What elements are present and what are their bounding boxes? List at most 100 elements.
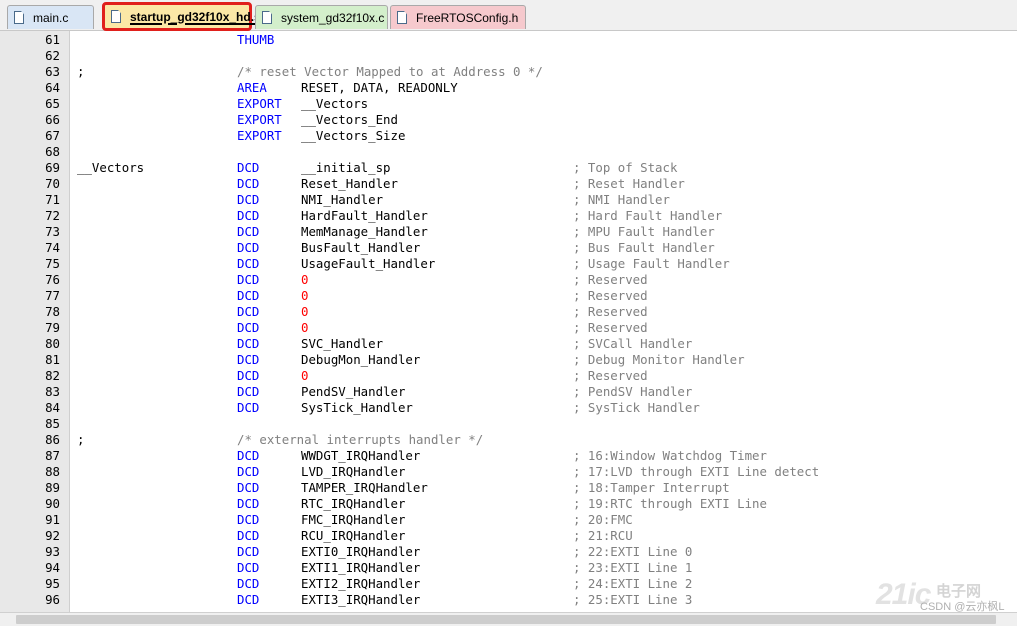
code-comment: ; 18:Tamper Interrupt (573, 480, 730, 495)
code-operand: HardFault_Handler (301, 208, 428, 223)
code-comment: ; Hard Fault Handler (573, 208, 723, 223)
tab-freertosconfig-h[interactable]: FreeRTOSConfig.h (390, 5, 526, 29)
code-operand: EXTI3_IRQHandler (301, 592, 421, 607)
code-operand: EXTI2_IRQHandler (301, 576, 421, 591)
line-number: 71 (45, 192, 60, 207)
code-line: 96 DCD EXTI3_IRQHandler ; 25:EXTI Line 3 (0, 592, 1017, 608)
code-comment: /* external interrupts handler */ (237, 432, 484, 447)
code-comment: ; PendSV Handler (573, 384, 693, 399)
code-operand: SVC_Handler (301, 336, 384, 351)
code-operand: __Vectors_End (301, 112, 398, 127)
line-number: 72 (45, 208, 60, 223)
code-keyword: DCD (237, 448, 260, 463)
line-number: 64 (45, 80, 60, 95)
file-icon (397, 11, 407, 24)
code-comment: ; 24:EXTI Line 2 (573, 576, 693, 591)
code-operand: DebugMon_Handler (301, 352, 421, 367)
code-comment: ; MPU Fault Handler (573, 224, 715, 239)
code-operand: NMI_Handler (301, 192, 384, 207)
code-line: 79 DCD 0 ; Reserved (0, 320, 1017, 336)
line-number: 94 (45, 560, 60, 575)
code-line: 75 DCD UsageFault_Handler ; Usage Fault Han… (0, 256, 1017, 272)
code-line: 64 AREA RESET, DATA, READONLY (0, 80, 1017, 96)
code-keyword: DCD (237, 224, 260, 239)
code-comment: ; Reserved (573, 320, 648, 335)
line-number: 83 (45, 384, 60, 399)
line-number: 70 (45, 176, 60, 191)
code-operand: __Vectors (301, 96, 369, 111)
code-operand: WWDGT_IRQHandler (301, 448, 421, 463)
line-number: 79 (45, 320, 60, 335)
line-number: 89 (45, 480, 60, 495)
code-operand: SysTick_Handler (301, 400, 413, 415)
code-operand: __initial_sp (301, 160, 391, 175)
horizontal-scrollbar[interactable] (0, 612, 1017, 626)
code-keyword: AREA (237, 80, 267, 95)
line-number: 67 (45, 128, 60, 143)
code-keyword: DCD (237, 192, 260, 207)
code-operand: RTC_IRQHandler (301, 496, 406, 511)
line-number: 80 (45, 336, 60, 351)
code-comment: ; 20:FMC (573, 512, 633, 527)
code-line: 87 DCD WWDGT_IRQHandler ; 16:Window Watchdo… (0, 448, 1017, 464)
code-operand: Reset_Handler (301, 176, 398, 191)
tab-startup-gd32f10x-hd-s[interactable]: startup_gd32f10x_hd.s (102, 2, 261, 31)
code-operand: FMC_IRQHandler (301, 512, 406, 527)
code-line: 68 (0, 144, 1017, 160)
tab-label: startup_gd32f10x_hd.s (130, 9, 261, 24)
code-line: 94 DCD EXTI1_IRQHandler ; 23:EXTI Line 1 (0, 560, 1017, 576)
line-number: 92 (45, 528, 60, 543)
code-comment: ; 16:Window Watchdog Timer (573, 448, 767, 463)
code-keyword: DCD (237, 240, 260, 255)
tab-label: FreeRTOSConfig.h (416, 10, 519, 25)
code-keyword: DCD (237, 528, 260, 543)
code-line: 84 DCD SysTick_Handler ; SysTick Handler (0, 400, 1017, 416)
line-number: 95 (45, 576, 60, 591)
line-number: 88 (45, 464, 60, 479)
file-icon (14, 11, 24, 24)
code-comment: ; SysTick Handler (573, 400, 700, 415)
code-editor[interactable]: 61 THUMB 62 63; /* reset Vector Mapped to at… (0, 31, 1017, 612)
code-comment: /* reset Vector Mapped to at Address 0 *… (237, 64, 543, 79)
code-line: 81 DCD DebugMon_Handler ; Debug Monitor Han… (0, 352, 1017, 368)
code-operand: EXTI0_IRQHandler (301, 544, 421, 559)
code-comment: ; Reserved (573, 304, 648, 319)
code-keyword: DCD (237, 208, 260, 223)
code-comment: ; NMI Handler (573, 192, 670, 207)
line-number: 74 (45, 240, 60, 255)
editor-tab-bar: main.c startup_gd32f10x_hd.s system_gd32f1… (0, 0, 1017, 31)
code-line: 77 DCD 0 ; Reserved (0, 288, 1017, 304)
code-keyword: EXPORT (237, 96, 282, 111)
code-line: 86; /* external interrupts handler */ (0, 432, 1017, 448)
code-operand: __Vectors_Size (301, 128, 406, 143)
code-line: 61 THUMB (0, 32, 1017, 48)
file-icon (262, 11, 272, 24)
code-comment: ; Reset Handler (573, 176, 685, 191)
tab-system-gd32f10x-c[interactable]: system_gd32f10x.c (255, 5, 388, 29)
code-comment: ; 17:LVD through EXTI Line detect (573, 464, 820, 479)
code-line: 93 DCD EXTI0_IRQHandler ; 22:EXTI Line 0 (0, 544, 1017, 560)
code-comment: ; Reserved (573, 272, 648, 287)
code-operand: 0 (301, 304, 309, 319)
code-keyword: DCD (237, 336, 260, 351)
line-number: 76 (45, 272, 60, 287)
code-comment: ; Usage Fault Handler (573, 256, 730, 271)
line-number: 75 (45, 256, 60, 271)
code-line: 66 EXPORT __Vectors_End (0, 112, 1017, 128)
code-keyword: DCD (237, 176, 260, 191)
code-line: 95 DCD EXTI2_IRQHandler ; 24:EXTI Line 2 (0, 576, 1017, 592)
line-number: 73 (45, 224, 60, 239)
code-line: 72 DCD HardFault_Handler ; Hard Fault Handl… (0, 208, 1017, 224)
code-line: 76 DCD 0 ; Reserved (0, 272, 1017, 288)
code-line: 85 (0, 416, 1017, 432)
code-line: 82 DCD 0 ; Reserved (0, 368, 1017, 384)
line-number: 77 (45, 288, 60, 303)
scrollbar-thumb[interactable] (16, 615, 996, 624)
code-line: 69 __Vectors DCD __initial_sp ; Top of Stack (0, 160, 1017, 176)
code-keyword: DCD (237, 464, 260, 479)
code-operand: RESET, DATA, READONLY (301, 80, 458, 95)
tab-main-c[interactable]: main.c (7, 5, 94, 29)
line-number: 82 (45, 368, 60, 383)
code-keyword: DCD (237, 384, 260, 399)
line-number: 90 (45, 496, 60, 511)
